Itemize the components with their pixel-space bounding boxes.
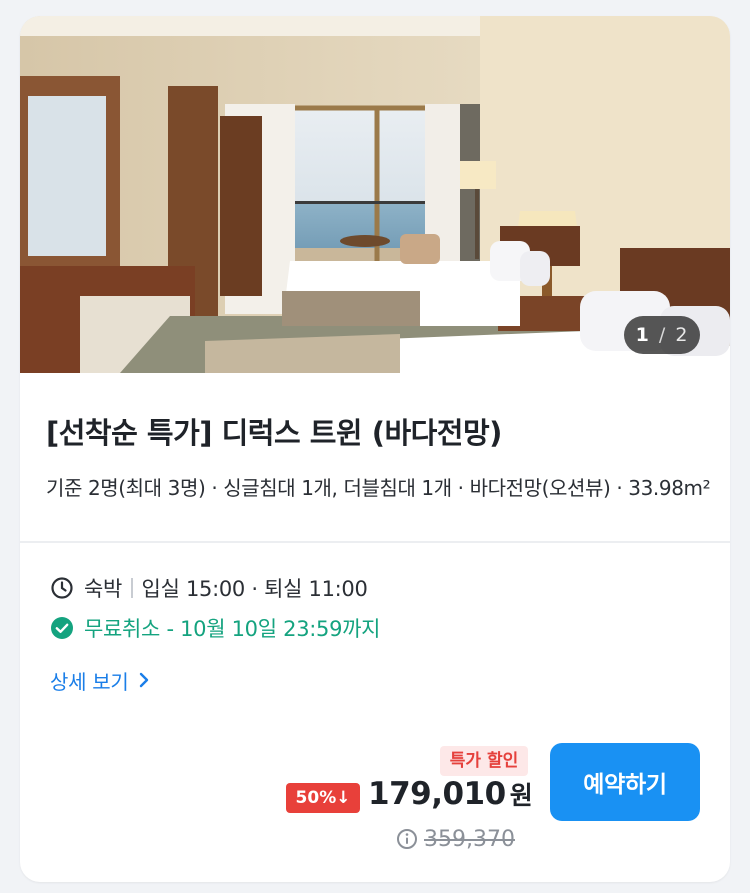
room-photo-image	[20, 16, 730, 373]
special-sale-badge: 특가 할인	[440, 746, 528, 776]
stay-type: 숙박	[84, 577, 123, 601]
photo-counter-total: 2	[675, 324, 689, 346]
info-icon[interactable]	[396, 828, 418, 850]
room-description: 기준 2명(최대 3명) · 싱글침대 1개, 더블침대 1개 · 바다전망(오…	[46, 476, 711, 500]
discount-badge: 50%↓	[286, 783, 360, 813]
room-title: [선착순 특가] 디럭스 트윈 (바다전망)	[46, 416, 502, 450]
photo-counter-separator: /	[658, 324, 667, 346]
stay-info-row: 숙박 입실 15:00 · 퇴실 11:00	[50, 573, 368, 603]
room-card: 1 / 2 [선착순 특가] 디럭스 트윈 (바다전망) 기준 2명(최대 3명…	[20, 16, 730, 882]
stay-times: 입실 15:00 · 퇴실 11:00	[141, 577, 368, 601]
room-photo[interactable]: 1 / 2	[20, 16, 730, 373]
clock-icon	[50, 576, 74, 600]
original-price: 359,370	[396, 824, 515, 854]
original-price-value: 359,370	[424, 826, 515, 852]
detail-view-link[interactable]: 상세 보기	[50, 665, 150, 695]
check-circle-icon	[50, 616, 74, 640]
photo-counter-current: 1	[635, 324, 650, 346]
detail-view-label: 상세 보기	[50, 669, 129, 694]
book-button[interactable]: 예약하기	[550, 743, 700, 821]
stay-divider	[131, 578, 133, 598]
divider	[20, 541, 730, 543]
sale-price-currency: 원	[509, 781, 533, 810]
sale-price: 179,010 원	[368, 776, 533, 818]
sale-price-amount: 179,010	[368, 776, 506, 812]
chevron-right-icon	[138, 671, 150, 689]
free-cancel-text: 무료취소 - 10월 10일 23:59까지	[84, 617, 381, 641]
free-cancel-row: 무료취소 - 10월 10일 23:59까지	[50, 613, 381, 643]
photo-counter: 1 / 2	[624, 316, 700, 354]
